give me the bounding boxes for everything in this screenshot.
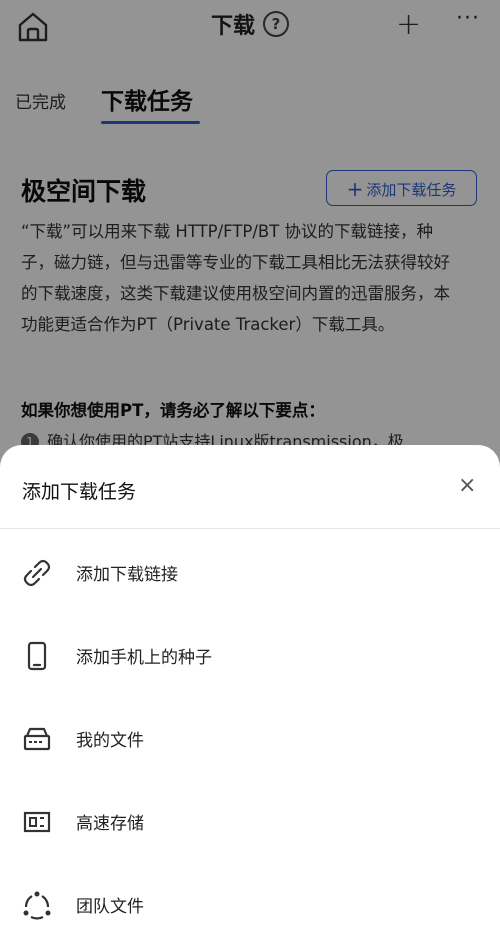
option-label: 添加下载链接 bbox=[76, 565, 178, 585]
team-icon bbox=[22, 890, 52, 920]
divider bbox=[0, 528, 500, 529]
download-page: 下载? + ··· 已完成 下载任务 极空间下载 + 添加下载任务 “下载”可以用… bbox=[0, 0, 500, 930]
option-label: 我的文件 bbox=[76, 731, 144, 751]
option-my-files[interactable]: 我的文件 bbox=[0, 709, 500, 769]
option-fast-storage[interactable]: 高速存储 bbox=[0, 792, 500, 852]
option-label: 添加手机上的种子 bbox=[76, 648, 212, 668]
option-add-phone-torrent[interactable]: 添加手机上的种子 bbox=[0, 626, 500, 686]
option-team-files[interactable]: 团队文件 bbox=[0, 875, 500, 935]
sheet-title: 添加下载任务 bbox=[22, 481, 137, 503]
option-label: 高速存储 bbox=[76, 814, 144, 834]
bottom-sheet: 添加下载任务 × 添加下载链接 添加手机上的种子 我的文件 高速存储 团队文件 bbox=[0, 445, 500, 930]
phone-icon bbox=[22, 641, 52, 671]
option-add-link[interactable]: 添加下载链接 bbox=[0, 543, 500, 603]
storage-drive-icon bbox=[22, 724, 52, 754]
close-icon[interactable]: × bbox=[458, 473, 476, 498]
fast-storage-icon bbox=[22, 807, 52, 837]
option-label: 团队文件 bbox=[76, 897, 144, 917]
link-icon bbox=[22, 558, 52, 588]
